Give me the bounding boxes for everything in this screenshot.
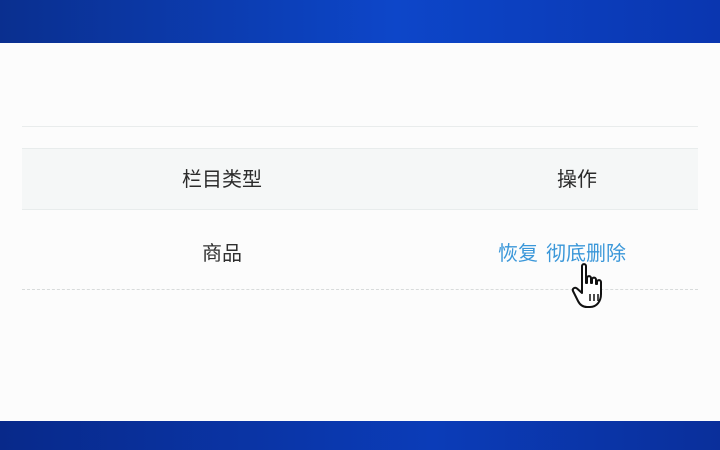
hand-pointer-icon [570,262,614,312]
screen-frame: 栏目类型 操作 商品 恢复 彻底删除 [0,0,720,450]
bottom-banner-bar [0,421,720,450]
column-header-operation: 操作 [557,167,597,191]
restore-link[interactable]: 恢复 [498,241,538,265]
cell-category-type: 商品 [202,241,242,265]
column-header-category-type: 栏目类型 [182,167,262,191]
table-header: 栏目类型 操作 [22,148,698,210]
top-banner-bar [0,0,720,43]
divider-line [22,126,698,127]
